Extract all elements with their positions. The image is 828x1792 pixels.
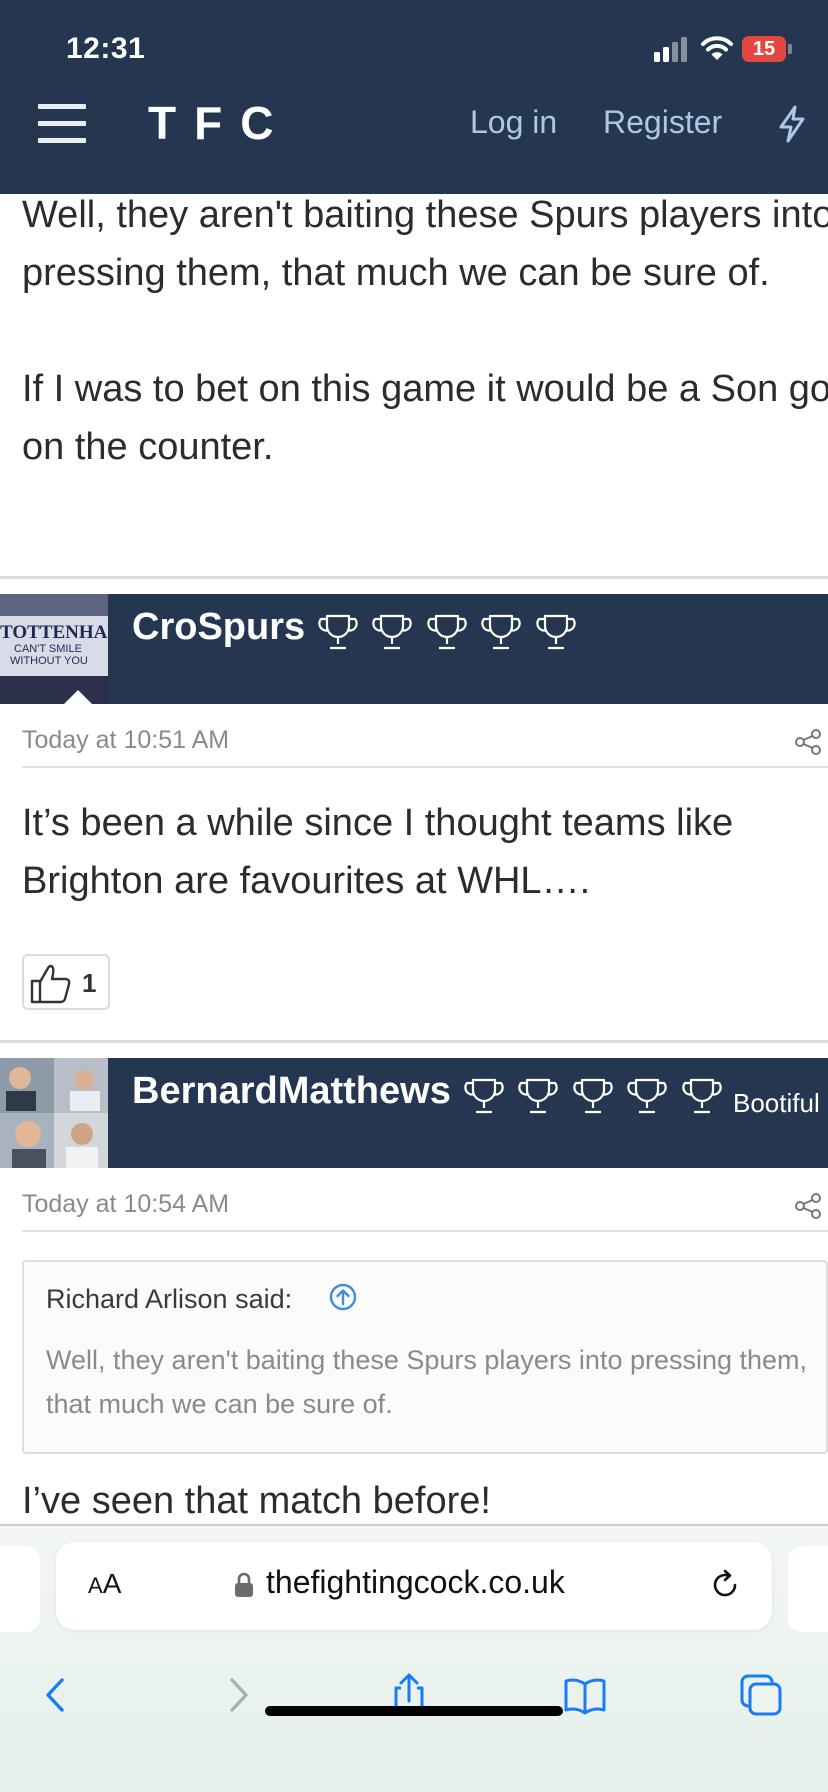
next-tab-peek[interactable] [788, 1546, 828, 1632]
post-body: It’s been a while since I thought teams … [22, 794, 828, 910]
chevron-right-icon[interactable] [214, 1672, 260, 1718]
login-link[interactable]: Log in [470, 104, 557, 141]
register-link[interactable]: Register [603, 104, 722, 141]
trophy-icon [318, 614, 358, 650]
wifi-icon [701, 36, 733, 60]
post-meta: Today at 10:51 AM [22, 716, 828, 768]
avatar-text: CAN'T SMILE [14, 643, 82, 655]
navbar: TFC Log in Register [0, 96, 828, 186]
page-settings-button[interactable]: AA [88, 1568, 121, 1600]
post-line: Well, they aren't baiting these Spurs pl… [22, 194, 828, 236]
trophy-icon [536, 614, 576, 650]
post-body: I’ve seen that match before! [22, 1472, 828, 1526]
quote-block[interactable]: Richard Arlison said: Well, they aren't … [22, 1260, 828, 1454]
lock-icon [235, 1572, 253, 1597]
book-icon[interactable] [562, 1672, 608, 1718]
battery-nub [788, 44, 792, 54]
post-line: Brighton are favourites at WHL…. [22, 860, 591, 902]
avatar[interactable]: TOTTENHAM CAN'T SMILE WITHOUT YOU [0, 594, 108, 704]
lightning-icon[interactable] [774, 104, 810, 144]
post-divider [0, 576, 828, 579]
post-line: I’ve seen that match before! [22, 1480, 491, 1522]
post-user-header: TOTTENHAM CAN'T SMILE WITHOUT YOU CroSpu… [0, 594, 828, 706]
post-body: Well, they aren't baiting these Spurs pl… [22, 186, 828, 476]
home-indicator[interactable] [265, 1706, 563, 1716]
status-bar: 12:31 15 [0, 0, 828, 100]
trophy-list [317, 612, 585, 652]
reload-icon[interactable] [708, 1568, 742, 1602]
like-count: 1 [82, 968, 97, 998]
user-title: Bootiful [733, 1088, 820, 1118]
post-divider [0, 1040, 828, 1043]
like-button[interactable]: 1 [22, 954, 110, 1010]
post-line: pressing them, that much we can be sure … [22, 252, 770, 294]
browser-nav-toolbar [0, 1652, 828, 1742]
trophy-icon [427, 614, 467, 650]
quote-line: Well, they aren't baiting these Spurs pl… [46, 1345, 808, 1375]
avatar-text: TOTTENHAM [0, 622, 108, 643]
hamburger-icon[interactable] [38, 102, 88, 146]
previous-tab-peek[interactable] [0, 1546, 40, 1632]
trophy-icon [627, 1078, 668, 1114]
arrow-up-circle-icon[interactable] [328, 1282, 358, 1312]
site-header: 12:31 15 TFC Log in Register [0, 0, 828, 194]
trophy-list [463, 1076, 731, 1116]
tabs-icon[interactable] [738, 1672, 784, 1718]
avatar-text: WITHOUT YOU [10, 655, 88, 667]
post-meta: Today at 10:54 AM [22, 1180, 828, 1232]
post-user-header: BernardMatthews Bootiful [0, 1058, 828, 1168]
url-text: thefightingcock.co.uk [266, 1564, 565, 1600]
trophy-icon [464, 1078, 504, 1114]
avatar[interactable] [0, 1058, 108, 1168]
post-timestamp[interactable]: Today at 10:54 AM [22, 1190, 229, 1219]
thumbs-up-icon [30, 964, 71, 1004]
user-bar: CroSpurs [108, 594, 828, 704]
battery-level: 15 [742, 36, 786, 62]
trophy-icon [518, 1078, 559, 1114]
post-line: on the counter. [22, 426, 274, 468]
battery-icon: 15 [742, 36, 792, 62]
post-timestamp[interactable]: Today at 10:51 AM [22, 726, 229, 755]
avatar-pointer [62, 690, 94, 706]
share-icon[interactable] [794, 1192, 822, 1220]
trophy-icon [481, 614, 522, 650]
quote-author: Richard Arlison said: [46, 1284, 293, 1314]
trophy-icon [372, 614, 413, 650]
trophy-icon [682, 1078, 722, 1114]
post-line: It’s been a while since I thought teams … [22, 802, 734, 844]
trophy-icon [573, 1078, 613, 1114]
user-bar: BernardMatthews Bootiful [108, 1058, 828, 1168]
username[interactable]: CroSpurs [132, 606, 305, 649]
share-icon[interactable] [794, 728, 822, 756]
quote-text: Well, they aren't baiting these Spurs pl… [46, 1338, 807, 1426]
post-line: If I was to bet on this game it would be… [22, 368, 828, 410]
status-time: 12:31 [66, 32, 146, 65]
cellular-signal-icon [654, 37, 687, 62]
chevron-left-icon[interactable] [34, 1672, 80, 1718]
username[interactable]: BernardMatthews [132, 1070, 451, 1113]
browser-toolbar: AA thefightingcock.co.uk [0, 1524, 828, 1792]
address-bar[interactable]: AA thefightingcock.co.uk [56, 1542, 772, 1630]
site-logo[interactable]: TFC [148, 96, 291, 150]
quote-line: that much we can be sure of. [46, 1389, 393, 1419]
